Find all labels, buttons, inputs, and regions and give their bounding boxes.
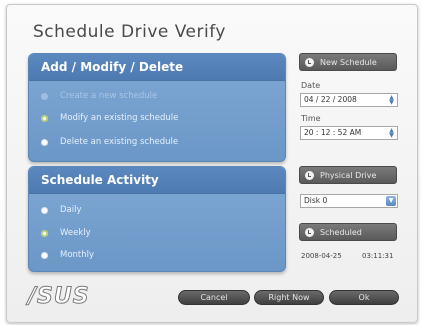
add-modify-delete-panel: Add / Modify / Delete Create a new sched…	[28, 53, 286, 162]
radio-icon	[41, 92, 48, 100]
window-title: Schedule Drive Verify	[33, 22, 226, 42]
daily-option[interactable]: Daily	[41, 202, 82, 218]
radio-selected-icon	[41, 114, 48, 122]
new-schedule-label: New Schedule	[320, 57, 377, 67]
date-spinner-icon[interactable]: ▲ ▼	[388, 95, 395, 106]
physical-drive-button[interactable]: Physical Drive	[299, 166, 397, 184]
time-value: 20 : 12 : 52 AM	[304, 128, 362, 137]
cancel-button[interactable]: Cancel	[178, 290, 250, 305]
schedule-activity-header: Schedule Activity	[29, 167, 285, 194]
scheduled-time: 03:11:31	[362, 252, 394, 260]
date-value: 04 / 22 / 2008	[304, 95, 357, 104]
time-label: Time	[301, 114, 321, 123]
date-field[interactable]: 04 / 22 / 2008 ▲ ▼	[300, 93, 398, 107]
ok-button[interactable]: Ok	[329, 290, 399, 305]
create-schedule-label: Create a new schedule	[60, 91, 158, 101]
right-now-button[interactable]: Right Now	[254, 290, 324, 305]
physical-drive-label: Physical Drive	[320, 170, 377, 180]
schedule-activity-panel: Schedule Activity Daily Weekly Monthly	[28, 166, 286, 272]
modify-schedule-option[interactable]: Modify an existing schedule	[41, 110, 178, 126]
monthly-label: Monthly	[60, 250, 95, 260]
chevron-down-icon[interactable]: ▼	[386, 196, 396, 206]
delete-schedule-option[interactable]: Delete an existing schedule	[41, 134, 178, 150]
disk-value: Disk 0	[304, 196, 328, 205]
delete-schedule-label: Delete an existing schedule	[60, 137, 179, 147]
create-schedule-option[interactable]: Create a new schedule	[41, 88, 157, 104]
new-schedule-button[interactable]: New Schedule	[299, 53, 397, 71]
daily-label: Daily	[60, 205, 82, 215]
schedule-drive-verify-window: Schedule Drive Verify	[6, 4, 418, 323]
add-modify-delete-header: Add / Modify / Delete	[29, 54, 285, 81]
time-field[interactable]: 20 : 12 : 52 AM ▲ ▼	[300, 126, 398, 140]
disk-select[interactable]: Disk 0 ▼	[300, 194, 398, 208]
clock-icon	[305, 170, 314, 180]
clock-icon	[305, 57, 314, 67]
weekly-option[interactable]: Weekly	[41, 225, 91, 241]
radio-selected-icon	[41, 229, 48, 237]
clock-icon	[305, 227, 314, 237]
scheduled-button[interactable]: Scheduled	[299, 223, 397, 241]
radio-icon	[41, 206, 48, 214]
time-spinner-icon[interactable]: ▲ ▼	[388, 128, 395, 139]
modify-schedule-label: Modify an existing schedule	[60, 113, 179, 123]
radio-icon	[41, 138, 48, 146]
weekly-label: Weekly	[60, 228, 91, 238]
scheduled-date: 2008-04-25	[301, 252, 342, 260]
asus-logo: /SUS	[28, 284, 90, 310]
monthly-option[interactable]: Monthly	[41, 247, 94, 263]
date-label: Date	[301, 81, 321, 90]
scheduled-label: Scheduled	[320, 227, 362, 237]
radio-icon	[41, 251, 48, 259]
